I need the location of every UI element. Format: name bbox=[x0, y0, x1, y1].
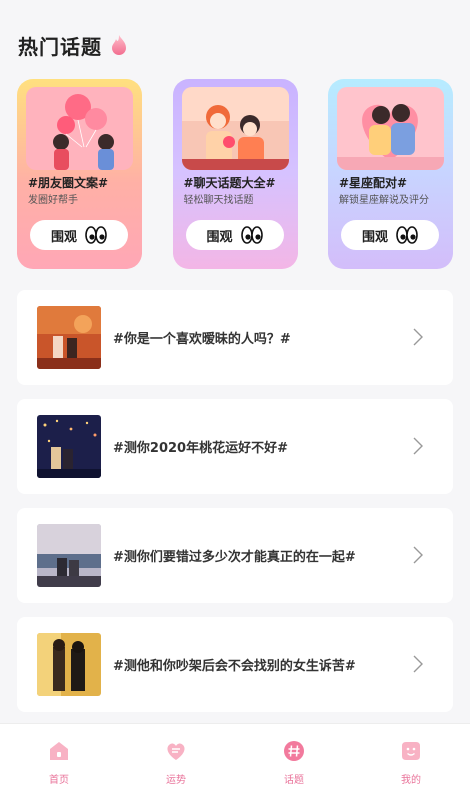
eyes-icon bbox=[85, 226, 107, 244]
tab-topics[interactable]: 话题 bbox=[264, 740, 324, 786]
topic-thumbnail bbox=[37, 524, 101, 587]
topic-text: #测你们要错过多少次才能真正的在一起# bbox=[113, 550, 356, 565]
topic-list-item[interactable]: #测你们要错过多少次才能真正的在一起# bbox=[17, 508, 453, 603]
featured-card-moments[interactable]: #朋友圈文案# 发圈好帮手 围观 bbox=[17, 79, 142, 269]
eyes-icon bbox=[396, 226, 418, 244]
watch-button-label: 围观 bbox=[50, 229, 77, 245]
couple-kiss-illustration bbox=[337, 87, 444, 170]
tab-label: 话题 bbox=[284, 775, 304, 786]
topic-text: #你是一个喜欢暧昧的人吗？# bbox=[113, 332, 291, 347]
couple-balloons-illustration bbox=[26, 87, 133, 170]
card-subtitle: 发圈好帮手 bbox=[28, 195, 78, 206]
card-title: #聊天话题大全# bbox=[183, 176, 276, 190]
couple-flowers-illustration bbox=[181, 87, 289, 170]
chevron-right-icon bbox=[413, 437, 423, 455]
couple-argument-photo bbox=[37, 633, 101, 696]
card-title: #星座配对# bbox=[339, 176, 408, 190]
watch-button[interactable]: 围观 bbox=[30, 220, 128, 250]
chevron-right-icon bbox=[413, 546, 423, 564]
tab-label: 运势 bbox=[166, 775, 186, 786]
tab-label: 我的 bbox=[401, 775, 421, 786]
tab-home[interactable]: 首页 bbox=[29, 740, 89, 786]
featured-card-chat-topics[interactable]: #聊天话题大全# 轻松聊天找话题 围观 bbox=[172, 79, 298, 269]
topic-text: #测你2020年桃花运好不好# bbox=[113, 441, 288, 456]
chevron-right-icon bbox=[413, 328, 423, 346]
card-subtitle: 解锁星座解说及评分 bbox=[339, 195, 429, 206]
topic-list-item[interactable]: #你是一个喜欢暧昧的人吗？# bbox=[17, 290, 453, 385]
watch-button-label: 围观 bbox=[361, 229, 388, 245]
home-icon bbox=[50, 742, 68, 760]
hashtag-icon bbox=[284, 741, 304, 761]
heart-chat-icon bbox=[167, 743, 185, 760]
topic-thumbnail bbox=[37, 306, 101, 369]
tab-label: 首页 bbox=[49, 775, 69, 786]
watch-button[interactable]: 围观 bbox=[341, 220, 439, 250]
flame-icon bbox=[112, 35, 126, 55]
couple-night-city-photo bbox=[37, 415, 101, 478]
topic-list-item[interactable]: #测你2020年桃花运好不好# bbox=[17, 399, 453, 494]
page-header: 热门话题 bbox=[18, 28, 128, 62]
topic-thumbnail bbox=[37, 633, 101, 696]
couple-seaside-photo bbox=[37, 524, 101, 587]
card-subtitle: 轻松聊天找话题 bbox=[183, 195, 254, 206]
profile-icon bbox=[402, 742, 420, 760]
tab-profile[interactable]: 我的 bbox=[381, 740, 441, 786]
eyes-icon bbox=[240, 226, 263, 244]
featured-card-zodiac-match[interactable]: #星座配对# 解锁星座解说及评分 围观 bbox=[328, 79, 453, 269]
featured-topics: #朋友圈文案# 发圈好帮手 围观 #聊天话题大全# 轻松聊天找话题 围观 #星座… bbox=[17, 79, 453, 269]
couple-sunset-photo bbox=[37, 306, 101, 369]
topic-thumbnail bbox=[37, 415, 101, 478]
chevron-right-icon bbox=[413, 655, 423, 673]
topic-text: #测他和你吵架后会不会找别的女生诉苦# bbox=[113, 659, 356, 674]
bottom-tab-bar: 首页 运势 话题 我的 bbox=[0, 723, 470, 806]
watch-button-label: 围观 bbox=[206, 229, 233, 245]
card-illustration bbox=[26, 87, 133, 170]
watch-button[interactable]: 围观 bbox=[185, 220, 284, 250]
page-title: 热门话题 bbox=[18, 34, 102, 59]
card-illustration bbox=[181, 87, 289, 170]
tab-fortune[interactable]: 运势 bbox=[146, 740, 206, 786]
topic-list-item[interactable]: #测他和你吵架后会不会找别的女生诉苦# bbox=[17, 617, 453, 712]
card-title: #朋友圈文案# bbox=[28, 176, 109, 190]
card-illustration bbox=[337, 87, 444, 170]
